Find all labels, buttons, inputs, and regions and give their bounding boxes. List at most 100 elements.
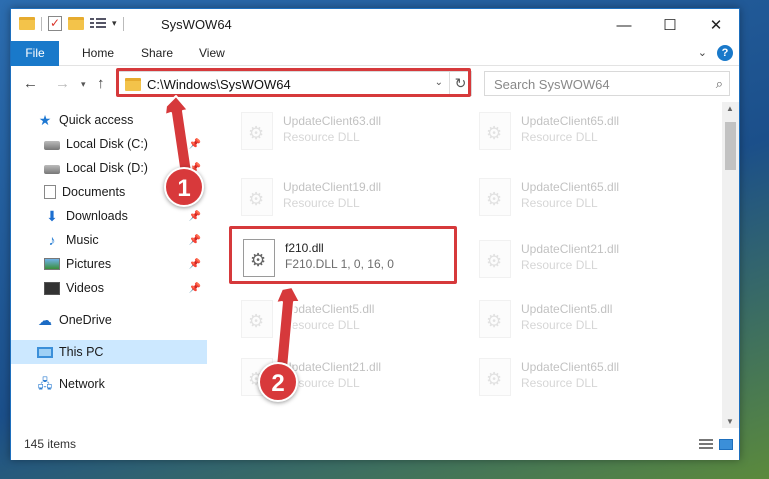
- scrollbar-thumb[interactable]: [725, 122, 736, 170]
- quick-access-toolbar: ✓ ▾: [19, 16, 124, 31]
- pictures-icon: [44, 258, 60, 270]
- sidebar-item-label: Documents: [62, 185, 126, 199]
- download-icon: ⬇: [46, 208, 58, 224]
- scroll-up-icon[interactable]: ▲: [726, 104, 734, 113]
- file-name: UpdateClient19.dll: [283, 180, 382, 194]
- scroll-down-icon[interactable]: ▼: [726, 417, 734, 426]
- sidebar-item-downloads[interactable]: ⬇ Downloads 📌: [11, 204, 207, 228]
- star-icon: ★: [38, 112, 52, 128]
- help-icon[interactable]: ?: [717, 45, 733, 61]
- sidebar-item-label: OneDrive: [59, 313, 112, 327]
- dll-file-icon: [241, 178, 273, 216]
- close-button[interactable]: ✕: [693, 9, 739, 41]
- file-name: UpdateClient5.dll: [521, 302, 613, 316]
- toolbar-divider: [122, 16, 124, 31]
- pin-icon[interactable]: 📌: [189, 139, 201, 150]
- toolbar-divider: [41, 16, 42, 31]
- sidebar-item-onedrive[interactable]: ☁ OneDrive: [11, 308, 207, 332]
- list-item[interactable]: UpdateClient63.dll Resource DLL: [231, 106, 461, 156]
- file-description: Resource DLL: [283, 196, 360, 210]
- qat-dropdown-icon[interactable]: ▾: [112, 18, 117, 29]
- back-button[interactable]: ←: [23, 75, 38, 92]
- file-description: Resource DLL: [521, 376, 598, 390]
- step-marker-1: 1: [164, 167, 204, 207]
- item-count: 145 items: [24, 437, 77, 451]
- expand-ribbon-icon[interactable]: ⌄: [698, 46, 707, 59]
- step-marker-2: 2: [258, 362, 298, 402]
- file-name: UpdateClient63.dll: [283, 114, 382, 128]
- tab-home[interactable]: Home: [82, 41, 114, 66]
- file-name: UpdateClient65.dll: [521, 114, 620, 128]
- tab-view[interactable]: View: [199, 41, 225, 66]
- new-folder-icon[interactable]: [68, 17, 84, 30]
- file-description: Resource DLL: [521, 258, 598, 272]
- list-item[interactable]: UpdateClient19.dll Resource DLL: [231, 172, 461, 222]
- file-description: Resource DLL: [283, 318, 360, 332]
- vertical-scrollbar[interactable]: ▲ ▼: [722, 102, 739, 428]
- sidebar-item-label: This PC: [59, 345, 104, 359]
- dll-file-icon: [479, 178, 511, 216]
- file-name: UpdateClient21.dll: [521, 242, 620, 256]
- list-item[interactable]: UpdateClient5.dll Resource DLL: [231, 294, 461, 344]
- dll-file-icon: [479, 300, 511, 338]
- sidebar-item-this-pc[interactable]: This PC: [11, 340, 207, 364]
- search-input[interactable]: Search SysWOW64: [494, 77, 610, 92]
- sidebar-item-label: Local Disk (C:): [66, 137, 148, 151]
- pc-icon: [37, 346, 53, 358]
- minimize-button[interactable]: —: [601, 9, 647, 41]
- window-title: SysWOW64: [161, 17, 232, 32]
- sidebar-item-network[interactable]: 🖧 Network: [11, 372, 207, 396]
- pin-icon[interactable]: 📌: [189, 211, 201, 222]
- file-name: UpdateClient5.dll: [283, 302, 375, 316]
- folder-icon: [19, 17, 35, 30]
- pin-icon[interactable]: 📌: [189, 235, 201, 246]
- music-icon: ♪: [48, 232, 56, 248]
- file-description: Resource DLL: [521, 130, 598, 144]
- search-box[interactable]: Search SysWOW64 ⌕: [484, 71, 730, 96]
- documents-icon: [44, 185, 56, 199]
- pin-icon[interactable]: 📌: [189, 283, 201, 294]
- list-item[interactable]: UpdateClient5.dll Resource DLL: [469, 294, 699, 344]
- dll-file-icon: [241, 300, 273, 338]
- window-controls: — ☐ ✕: [601, 9, 739, 41]
- list-item[interactable]: UpdateClient65.dll Resource DLL: [469, 106, 699, 156]
- tab-file[interactable]: File: [11, 41, 59, 66]
- properties-check-icon[interactable]: ✓: [48, 16, 62, 31]
- drive-icon: [44, 164, 60, 174]
- sidebar-item-label: Local Disk (D:): [66, 161, 148, 175]
- sidebar-item-quick-access[interactable]: ★ Quick access: [11, 108, 207, 132]
- large-icons-view-icon[interactable]: [719, 439, 733, 450]
- sidebar-item-videos[interactable]: Videos 📌: [11, 276, 207, 300]
- list-item[interactable]: UpdateClient21.dll Resource DLL: [469, 234, 699, 284]
- sidebar-item-label: Videos: [66, 281, 104, 295]
- search-icon[interactable]: ⌕: [716, 76, 723, 92]
- tab-share[interactable]: Share: [141, 41, 173, 66]
- sidebar-item-pictures[interactable]: Pictures 📌: [11, 252, 207, 276]
- sidebar-item-music[interactable]: ♪ Music 📌: [11, 228, 207, 252]
- up-button[interactable]: ↑: [97, 75, 105, 92]
- forward-button[interactable]: →: [55, 75, 70, 92]
- dll-file-icon: [479, 240, 511, 278]
- ribbon: File Home Share View ⌄ ?: [11, 41, 739, 66]
- file-name: UpdateClient65.dll: [521, 360, 620, 374]
- sidebar-item-label: Downloads: [66, 209, 128, 223]
- address-highlight-box: [116, 68, 471, 97]
- title-bar: ✓ ▾ SysWOW64 — ☐ ✕: [11, 9, 739, 41]
- file-description: Resource DLL: [521, 196, 598, 210]
- recent-locations-icon[interactable]: ▾: [81, 79, 86, 90]
- list-item[interactable]: UpdateClient65.dll Resource DLL: [469, 172, 699, 222]
- videos-icon: [44, 281, 60, 295]
- sidebar-item-label: Quick access: [59, 113, 134, 127]
- details-view-icon[interactable]: [699, 439, 713, 450]
- pin-icon[interactable]: 📌: [189, 259, 201, 270]
- maximize-button[interactable]: ☐: [647, 9, 693, 41]
- list-item[interactable]: UpdateClient65.dll Resource DLL: [469, 352, 699, 402]
- drive-icon: [44, 140, 60, 150]
- navigation-pane: ★ Quick access Local Disk (C:) 📌 Local D…: [11, 102, 207, 428]
- properties-list-icon[interactable]: [90, 17, 106, 30]
- sidebar-item-label: Network: [59, 377, 105, 391]
- sidebar-item-local-disk-c[interactable]: Local Disk (C:) 📌: [11, 132, 207, 156]
- dll-file-icon: [479, 112, 511, 150]
- status-bar: 145 items: [11, 428, 739, 460]
- cloud-icon: ☁: [38, 312, 52, 328]
